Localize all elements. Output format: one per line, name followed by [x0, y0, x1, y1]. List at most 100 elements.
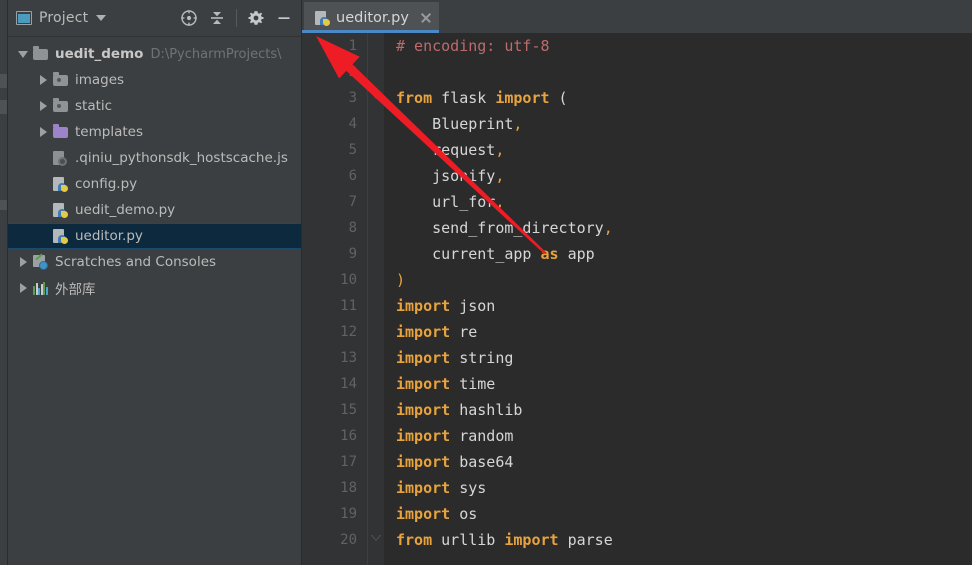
line-number: 17	[340, 454, 357, 470]
code-token-kw: import	[396, 453, 451, 471]
twisty-collapsed-icon[interactable]	[34, 75, 52, 85]
python-file-icon	[52, 176, 70, 192]
line-number: 3	[348, 90, 357, 106]
line-number: 12	[340, 324, 357, 340]
project-panel-icon	[16, 11, 32, 25]
code-token-id: app	[558, 245, 595, 263]
tree-item-ueditor-py[interactable]: ueditor.py	[8, 223, 301, 249]
line-number: 19	[340, 506, 357, 522]
tree-item-path: D:\PycharmProjects\	[150, 46, 282, 62]
tree-item-label: uedit_demo.py	[75, 202, 176, 218]
line-number: 4	[348, 116, 357, 132]
code-line: current_app as app	[396, 241, 972, 267]
tree-item-label: .qiniu_pythonsdk_hostscache.js	[75, 150, 288, 166]
code-token-mod: parse	[558, 531, 613, 549]
code-token-kw: import	[396, 323, 451, 341]
chevron-down-icon[interactable]	[96, 15, 107, 21]
code-line: Blueprint,	[396, 111, 972, 137]
code-folding-gutter[interactable]	[368, 33, 384, 565]
code-line: from flask import (	[396, 85, 972, 111]
tree-item-static[interactable]: static	[8, 93, 301, 119]
code-line: jsonify,	[396, 163, 972, 189]
tree-item-label: uedit_demo	[55, 46, 144, 62]
project-panel-title: Project	[39, 10, 89, 26]
close-icon[interactable]	[419, 11, 433, 25]
python-file-icon	[314, 10, 330, 26]
line-number: 16	[340, 428, 357, 444]
line-number: 14	[340, 376, 357, 392]
twisty-collapsed-icon[interactable]	[14, 283, 32, 293]
line-number-gutter[interactable]: 1 2 3 4 5 6 7 8 9 10 11 12 13 14 15 16 17 18 19 20	[302, 33, 368, 565]
tree-item-label: config.py	[75, 176, 138, 192]
template-folder-icon	[52, 124, 70, 140]
line-number: 1	[348, 38, 357, 54]
external-libraries-icon	[32, 280, 50, 296]
code-token-id: (	[549, 89, 568, 107]
code-line: # encoding: utf-8	[396, 33, 972, 59]
tree-item-templates[interactable]: templates	[8, 119, 301, 145]
tree-item-label: ueditor.py	[75, 228, 143, 244]
line-number: 15	[340, 402, 357, 418]
settings-gear-icon[interactable]	[243, 5, 269, 31]
python-file-icon	[52, 202, 70, 218]
locate-in-tree-icon[interactable]	[176, 5, 202, 31]
twisty-expanded-icon[interactable]	[14, 50, 32, 58]
code-line: import sys	[396, 475, 972, 501]
twisty-collapsed-icon[interactable]	[34, 101, 52, 111]
code-token-mod: json	[450, 297, 496, 315]
code-token-kw: import	[396, 427, 451, 445]
line-number: 2	[348, 64, 357, 80]
fold-marker-icon[interactable]	[371, 535, 381, 546]
code-token-kw: import	[396, 479, 451, 497]
code-token-pun: ,	[495, 167, 505, 185]
tree-item-label: static	[75, 98, 113, 114]
editor-tab-label: ueditor.py	[336, 9, 409, 26]
editor-area: ueditor.py 1 2 3 4 5 6 7 8 9 10 11 12 13 14 15 16 17 18 19…	[302, 0, 972, 565]
code-line: )	[396, 267, 972, 293]
resource-folder-icon	[52, 98, 70, 114]
editor-tab-ueditor-py[interactable]: ueditor.py	[304, 2, 439, 33]
code-token-mod: base64	[450, 453, 514, 471]
code-line: url_for,	[396, 189, 972, 215]
tree-item-uedit_demo-py[interactable]: uedit_demo.py	[8, 197, 301, 223]
code-line: import re	[396, 319, 972, 345]
project-tree: uedit_demo D:\PycharmProjects\ images stati…	[8, 37, 301, 301]
code-token-id: url_for	[396, 193, 496, 211]
tree-item-label: 外部库	[55, 282, 96, 298]
code-viewport: 1 2 3 4 5 6 7 8 9 10 11 12 13 14 15 16 17 18 19 20 # encodi…	[302, 33, 972, 565]
code-token-kw: from	[396, 531, 433, 549]
code-token-kw: import	[396, 375, 451, 393]
code-line: send_from_directory,	[396, 215, 972, 241]
line-number: 18	[340, 480, 357, 496]
tree-item-images[interactable]: images	[8, 67, 301, 93]
tree-item--qiniu_pythonsdk_hostscache-js[interactable]: .qiniu_pythonsdk_hostscache.js	[8, 145, 301, 171]
project-panel-toolbar	[176, 5, 297, 31]
twisty-collapsed-icon[interactable]	[14, 257, 32, 267]
collapse-all-icon[interactable]	[204, 5, 230, 31]
code-line: import json	[396, 293, 972, 319]
python-file-icon	[52, 228, 70, 244]
tree-item-label: Scratches and Consoles	[55, 254, 217, 270]
js-file-icon	[52, 150, 70, 166]
code-line: import random	[396, 423, 972, 449]
code-token-kw: import	[504, 531, 559, 549]
folder-icon	[32, 46, 50, 62]
code-token-mod: os	[450, 505, 478, 523]
code-line: request,	[396, 137, 972, 163]
code-line: import os	[396, 501, 972, 527]
tree-item-uedit_demo[interactable]: uedit_demo D:\PycharmProjects\	[8, 41, 301, 67]
tree-item-config-py[interactable]: config.py	[8, 171, 301, 197]
code-token-mod: urllib	[432, 531, 505, 549]
code-line: import base64	[396, 449, 972, 475]
tree-item-scratches-and-consoles[interactable]: Scratches and Consoles	[8, 249, 301, 275]
twisty-collapsed-icon[interactable]	[34, 127, 52, 137]
code-token-id: Blueprint	[396, 115, 514, 133]
tree-item-外部库[interactable]: 外部库	[8, 275, 301, 301]
code-token-mod: sys	[450, 479, 487, 497]
code-token-mod: hashlib	[450, 401, 523, 419]
code-content[interactable]: # encoding: utf-8 from flask import ( Bl…	[384, 33, 972, 565]
hide-panel-icon[interactable]	[271, 5, 297, 31]
line-number: 8	[348, 220, 357, 236]
fold-marker-icon[interactable]	[371, 93, 381, 104]
